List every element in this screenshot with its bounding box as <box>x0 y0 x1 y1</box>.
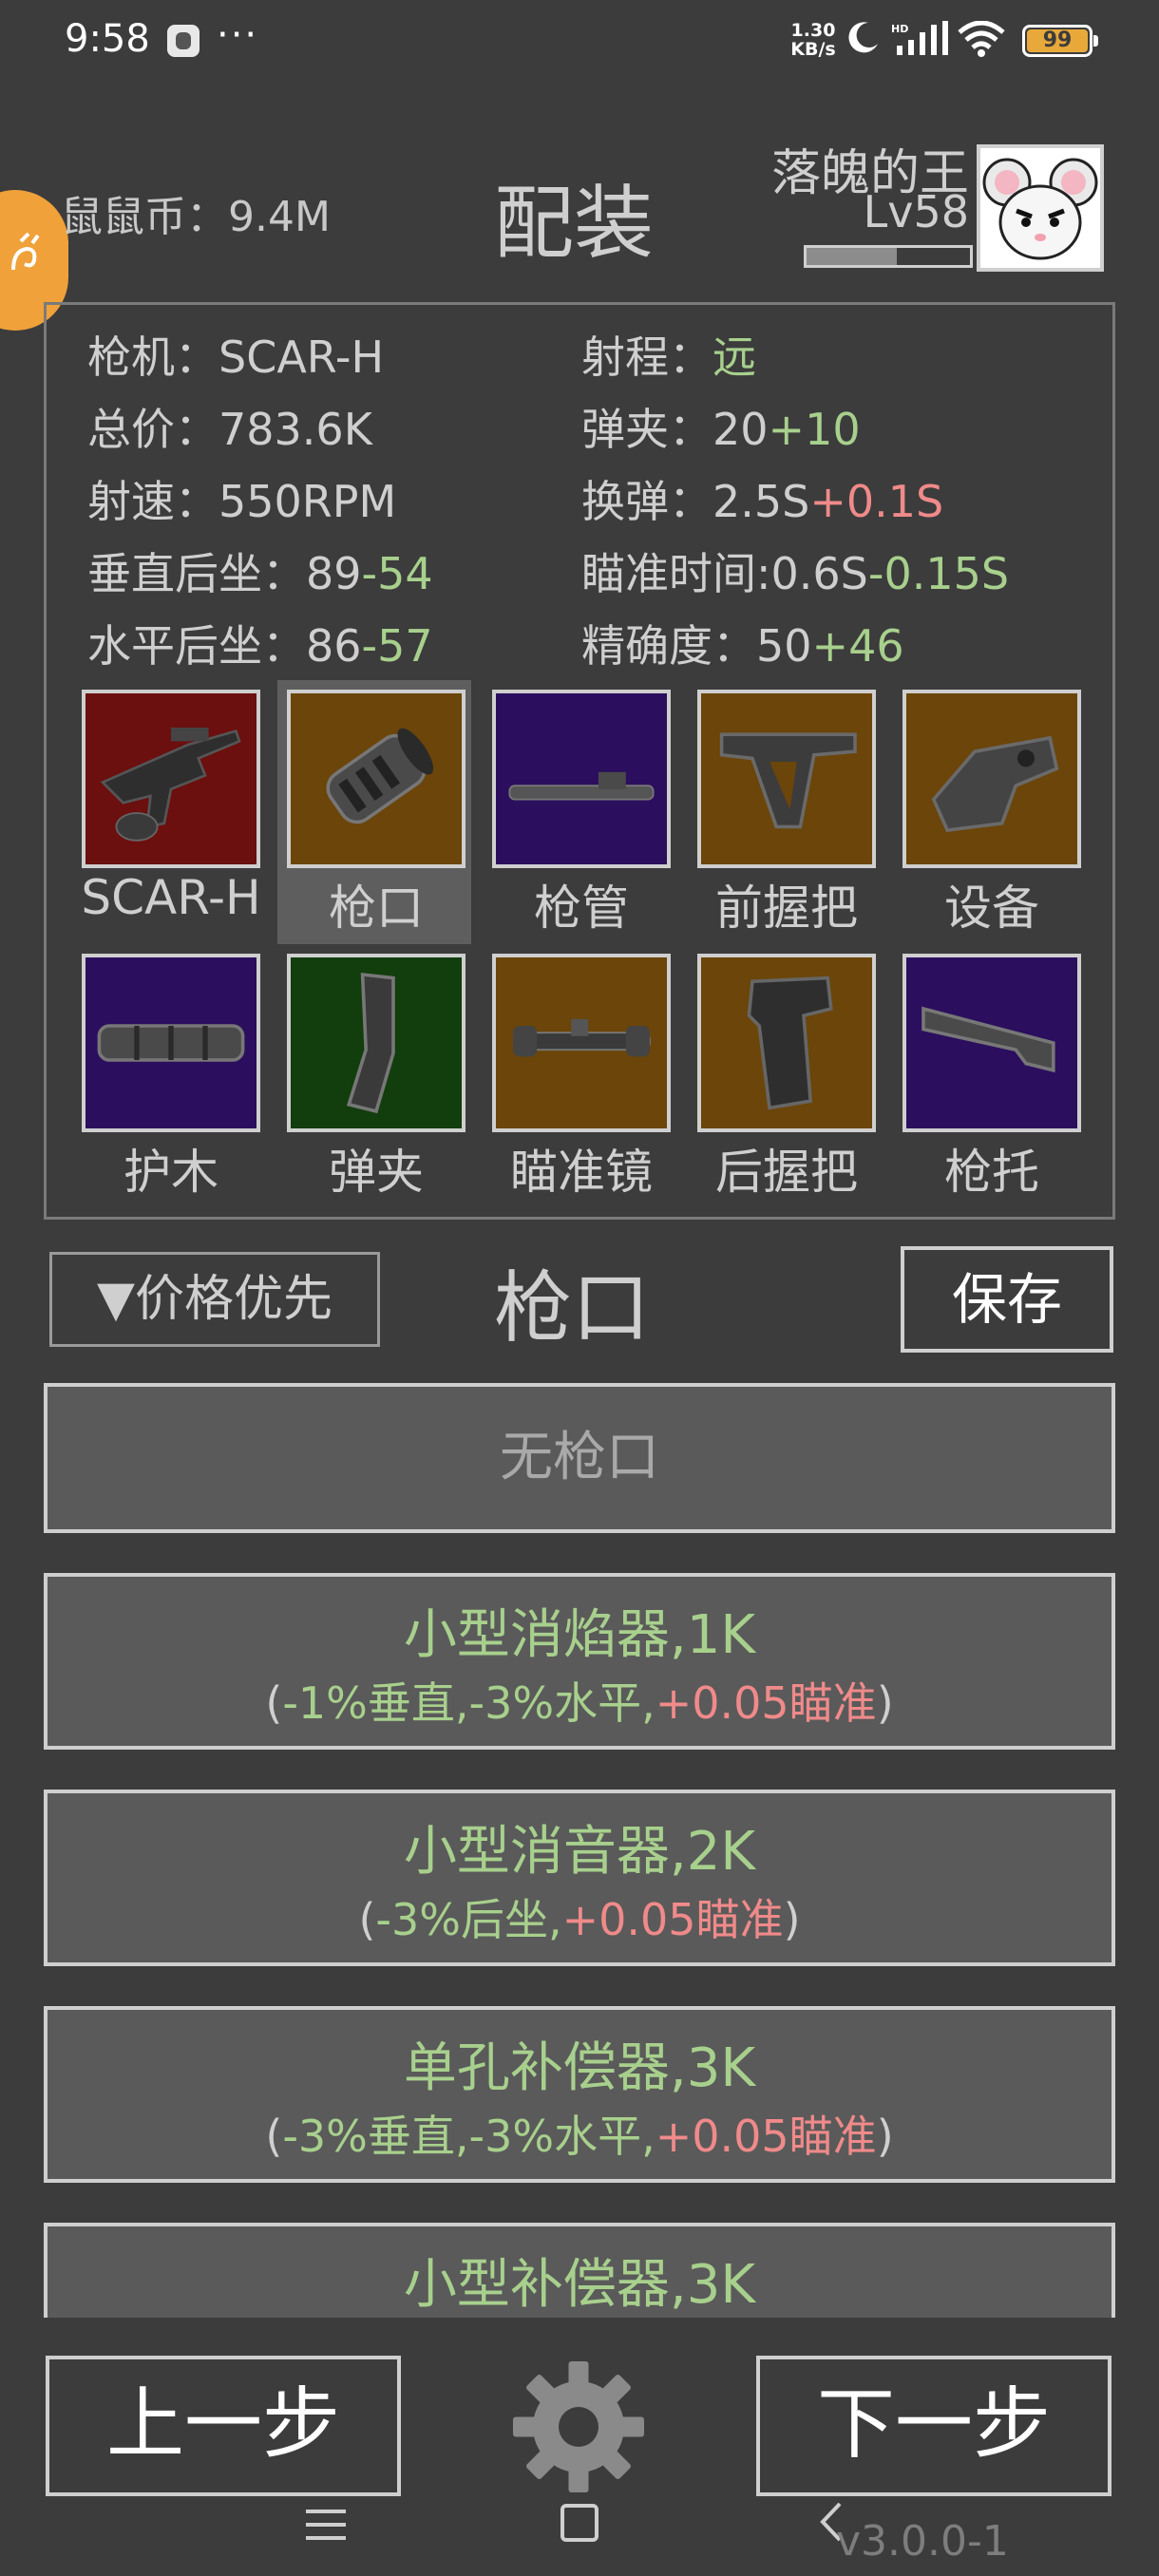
muzzle-icon <box>326 728 434 824</box>
player-level: Lv58 <box>863 186 969 237</box>
slot-label-magazine: 弹夹 <box>329 1145 424 1200</box>
stat-vertical-recoil: 垂直后坐：89-54 <box>87 548 433 599</box>
previous-step-button[interactable]: 上一步 <box>46 2356 401 2496</box>
app-version: v3.0.0-1 <box>836 2517 1009 2566</box>
pistol-grip-icon <box>747 975 833 1110</box>
swirl-icon <box>11 232 40 271</box>
svg-text:HD: HD <box>891 23 908 35</box>
mouse-coin-balance: 鼠鼠币：9.4M <box>61 193 331 241</box>
network-speed: 1.30 KB/s <box>790 20 836 60</box>
list-item-name: 单孔补偿器,3K <box>403 2037 756 2099</box>
magazine-icon <box>346 972 395 1114</box>
rifle-icon <box>100 728 241 842</box>
slot-label-barrel: 枪管 <box>534 881 629 936</box>
battery-icon: 99 <box>1022 25 1098 57</box>
list-item-name: 小型消音器,2K <box>403 1821 756 1883</box>
stat-accuracy: 精确度：50+46 <box>581 620 904 672</box>
slot-rifle[interactable] <box>82 690 260 868</box>
slot-label-foregrip: 前握把 <box>715 881 858 936</box>
list-item[interactable]: 小型补偿器,3K <box>44 2223 1115 2318</box>
slot-pistol-grip[interactable] <box>697 954 876 1132</box>
device-icon <box>931 735 1059 832</box>
status-time: 9:58 <box>65 17 150 61</box>
do-not-disturb-moon-icon <box>848 22 878 53</box>
page-title: 配装 <box>494 177 655 270</box>
list-item-effects: (-1%垂直,-3%水平,+0.05瞄准) <box>265 1677 894 1729</box>
list-item-effects: (-3%垂直,-3%水平,+0.05瞄准) <box>265 2111 894 2162</box>
stat-price: 总价：783.6K <box>87 404 372 455</box>
signal-strength-icon: HD <box>891 21 948 55</box>
slot-stock[interactable] <box>902 954 1081 1132</box>
slot-label-device: 设备 <box>944 881 1039 936</box>
list-item[interactable]: 小型消焰器,1K (-1%垂直,-3%水平,+0.05瞄准) <box>44 1573 1115 1750</box>
list-item-name: 小型补偿器,3K <box>403 2254 756 2316</box>
list-item-effects: (-3%后坐,+0.05瞄准) <box>358 1894 801 1945</box>
home-square-icon[interactable] <box>560 2504 598 2542</box>
slot-label-handguard: 护木 <box>124 1145 218 1200</box>
scope-icon <box>513 1018 651 1057</box>
foregrip-icon <box>719 732 857 829</box>
avatar[interactable] <box>977 144 1104 272</box>
stock-icon <box>922 1006 1055 1073</box>
battery-level: 99 <box>1027 29 1088 52</box>
experience-bar <box>804 245 973 268</box>
stat-gun: 枪机：SCAR-H <box>87 331 385 383</box>
barrel-icon <box>508 771 655 801</box>
section-title: 枪口 <box>494 1263 651 1354</box>
notification-app-icon <box>167 25 200 57</box>
settings-gear-icon[interactable] <box>507 2356 650 2498</box>
sort-by-price-button[interactable]: ▼价格优先 <box>49 1252 380 1347</box>
stat-fire-rate: 射速：550RPM <box>87 476 397 527</box>
slot-handguard[interactable] <box>82 954 260 1132</box>
slot-label-rifle: SCAR-H <box>81 870 261 925</box>
stat-ads-time: 瞄准时间:0.6S-0.15S <box>581 548 1010 599</box>
stat-horizontal-recoil: 水平后坐：86-57 <box>87 620 433 672</box>
slot-scope[interactable] <box>492 954 671 1132</box>
list-item[interactable]: 单孔补偿器,3K (-3%垂直,-3%水平,+0.05瞄准) <box>44 2006 1115 2183</box>
wifi-icon <box>958 21 1005 57</box>
more-notifications-icon: ··· <box>217 13 259 57</box>
slot-label-stock: 枪托 <box>944 1145 1039 1200</box>
slot-device[interactable] <box>902 690 1081 868</box>
experience-bar-fill <box>807 248 897 265</box>
mouse-avatar-icon <box>982 158 1098 260</box>
list-item-no-muzzle[interactable]: 无枪口 <box>44 1383 1115 1533</box>
slot-foregrip[interactable] <box>697 690 876 868</box>
recent-apps-menu-icon[interactable] <box>304 2506 348 2544</box>
next-step-button[interactable]: 下一步 <box>756 2356 1112 2496</box>
list-item[interactable]: 小型消音器,2K (-3%后坐,+0.05瞄准) <box>44 1790 1115 1966</box>
slot-magazine[interactable] <box>287 954 466 1132</box>
list-item-name: 无枪口 <box>500 1427 659 1488</box>
slot-label-pistol-grip: 后握把 <box>715 1145 858 1200</box>
muzzle-options-list[interactable]: 无枪口 小型消焰器,1K (-1%垂直,-3%水平,+0.05瞄准) 小型消音器… <box>0 1368 1159 2318</box>
slot-label-muzzle: 枪口 <box>329 881 424 936</box>
slot-label-scope: 瞄准镜 <box>510 1145 653 1200</box>
slot-muzzle[interactable] <box>287 690 466 868</box>
stat-reload: 换弹：2.5S+0.1S <box>581 476 944 527</box>
list-item-name: 小型消焰器,1K <box>403 1604 756 1666</box>
stat-magazine: 弹夹：20+10 <box>581 404 861 455</box>
slot-barrel[interactable] <box>492 690 671 868</box>
save-button[interactable]: 保存 <box>901 1246 1113 1353</box>
handguard-icon <box>97 1024 245 1062</box>
stat-range: 射程：远 <box>581 331 756 383</box>
